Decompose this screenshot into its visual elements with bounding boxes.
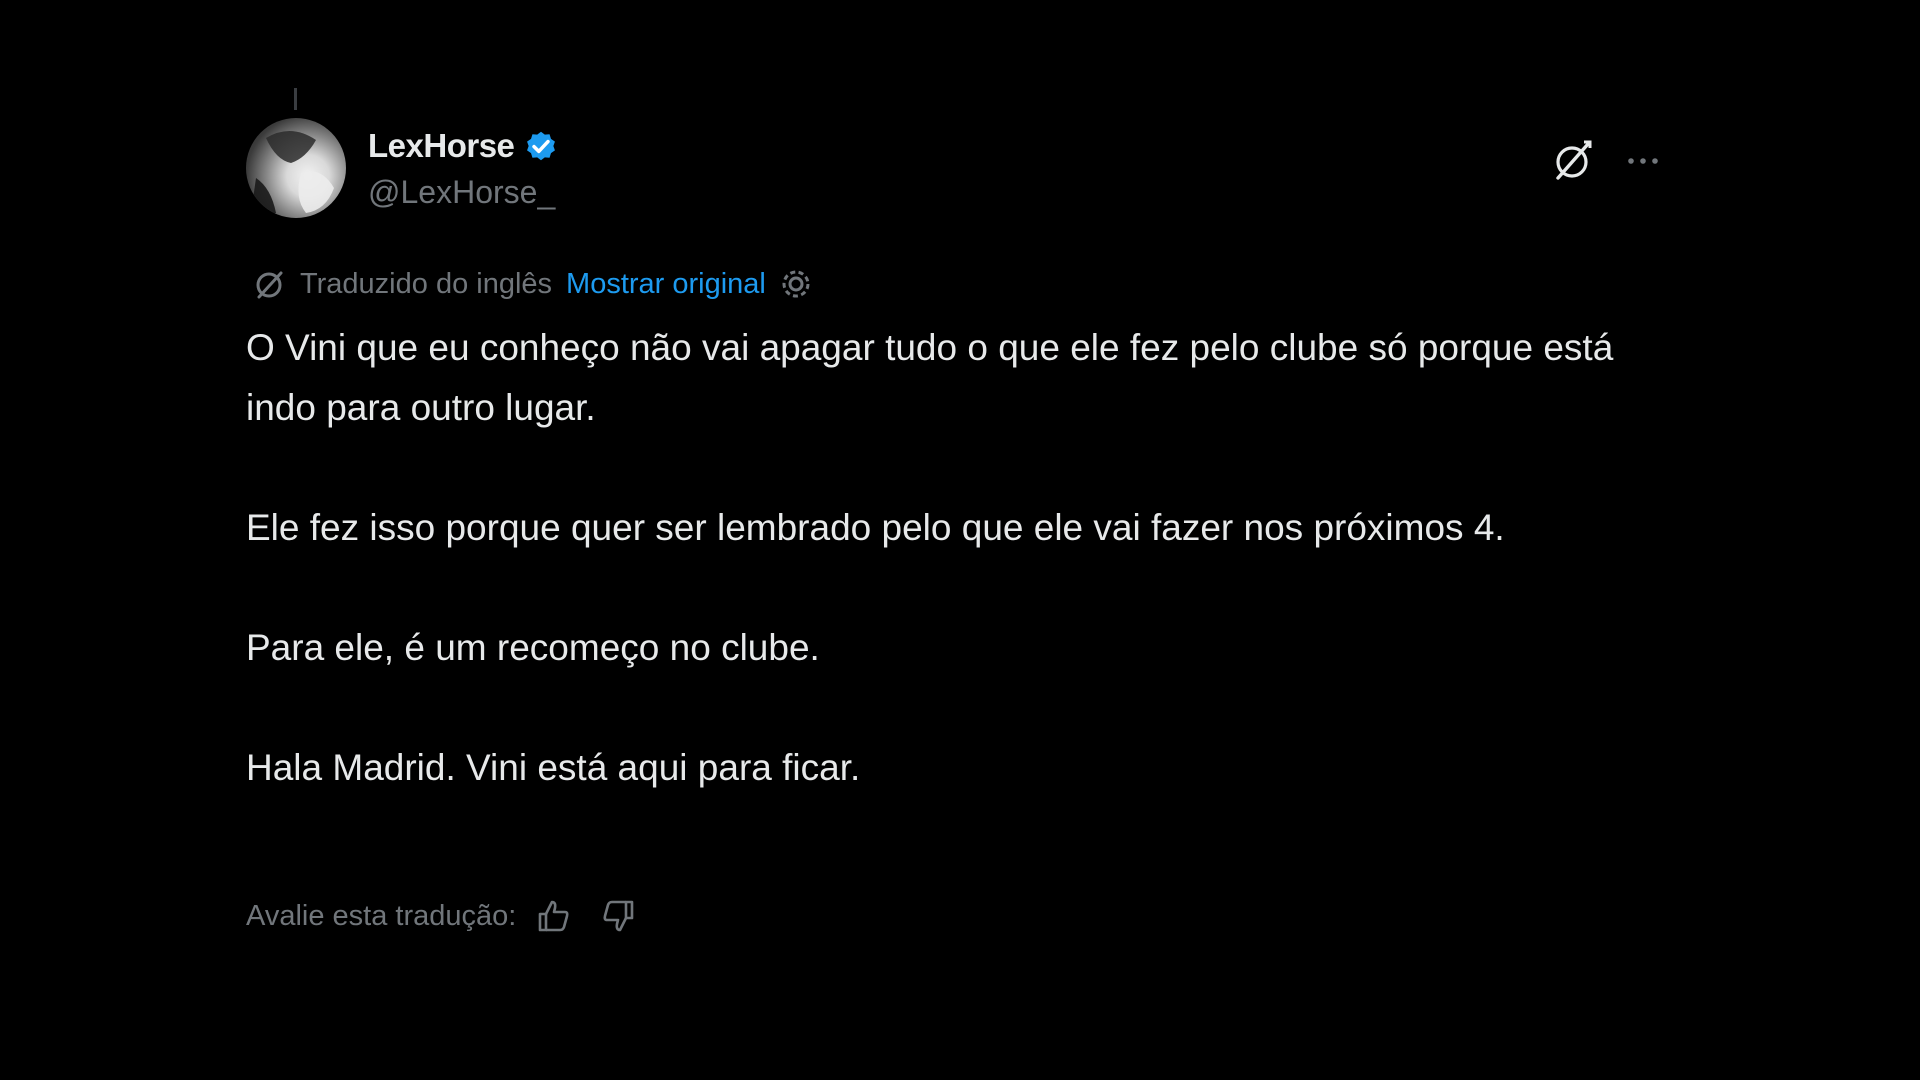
more-options-icon[interactable] [1620,138,1666,184]
display-name-row: LexHorse [368,124,560,168]
tweet-paragraph: Hala Madrid. Vini está aqui para ficar. [246,747,861,788]
translate-icon [250,265,288,303]
grok-icon[interactable] [1550,138,1596,184]
thread-connector-line [294,88,297,110]
author-names: LexHorse @LexHorse_ [368,124,560,211]
tweet-paragraph: O Vini que eu conheço não vai apagar tud… [246,327,1614,428]
tweet-paragraph: Para ele, é um recomeço no clube. [246,627,820,668]
translated-from-label: Traduzido do inglês [300,267,553,300]
thumbs-down-icon[interactable] [598,896,638,936]
verified-badge-icon[interactable] [522,127,560,165]
show-original-link[interactable]: Mostrar original [566,268,766,301]
gear-icon[interactable] [778,266,814,302]
translation-bar: Traduzido do inglês Mostrar original [250,264,814,304]
author-handle[interactable]: @LexHorse_ [368,174,560,211]
tweet-paragraph: Ele fez isso porque quer ser lembrado pe… [246,507,1505,548]
thumbs-up-icon[interactable] [534,896,574,936]
tweet-body: O Vini que eu conheço não vai apagar tud… [246,318,1636,798]
avatar[interactable] [246,118,346,218]
header-actions [1550,138,1666,184]
rate-translation-row: Avalie esta tradução: [246,894,638,938]
rate-translation-label: Avalie esta tradução: [246,899,517,932]
tweet-header: LexHorse @LexHorse_ [246,118,1666,228]
author-display-name[interactable]: LexHorse [368,127,515,165]
